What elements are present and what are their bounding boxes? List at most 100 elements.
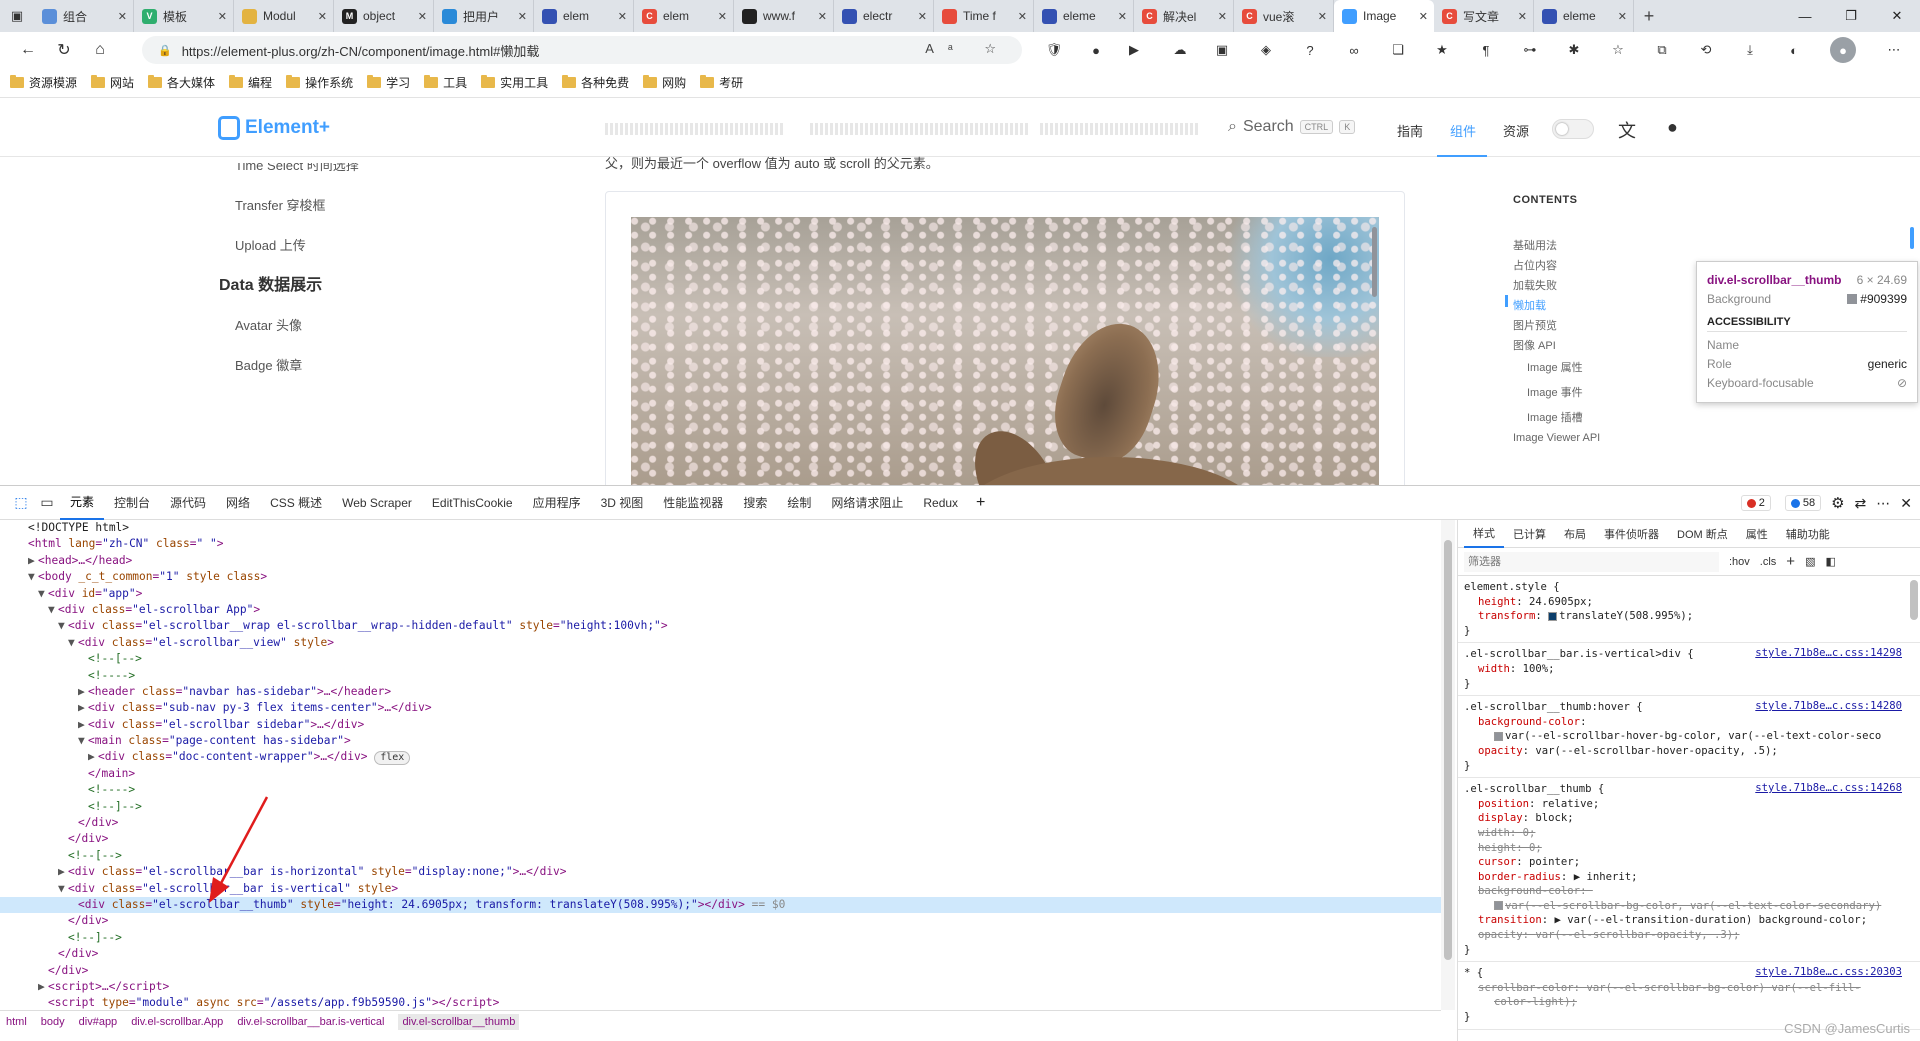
browser-tab[interactable]: www.f✕ <box>734 0 834 32</box>
expand-triangle-icon[interactable]: ▶ <box>58 864 68 880</box>
url-field[interactable]: 🔒 https://element-plus.org/zh-CN/compone… <box>142 36 1022 64</box>
more-tabs-icon[interactable]: + <box>976 494 985 512</box>
extension-game-icon[interactable]: ▣ <box>1208 40 1236 60</box>
home-icon[interactable]: ⌂ <box>82 32 118 68</box>
style-declaration[interactable]: opacity: var(--el-scrollbar-opacity, .3)… <box>1464 928 1914 943</box>
dom-node-line[interactable]: </main> <box>0 766 1441 782</box>
close-tab-icon[interactable]: ✕ <box>1218 10 1227 23</box>
paint-icon[interactable]: ▧ <box>1805 555 1815 568</box>
settings-more-icon[interactable]: ⋯ <box>1880 40 1908 60</box>
dom-node-line[interactable]: ▼<div class="el-scrollbar__wrap el-scrol… <box>0 618 1441 634</box>
color-swatch[interactable] <box>1494 901 1503 910</box>
nav-component[interactable]: 组件 <box>1450 121 1476 140</box>
settings-icon[interactable]: ⚙ <box>1831 494 1844 512</box>
bookmark-folder[interactable]: 考研 <box>700 74 743 91</box>
style-declaration[interactable]: cursor: pointer; <box>1464 855 1914 870</box>
bookmark-folder[interactable]: 操作系统 <box>286 74 353 91</box>
sidebar-item-avatar[interactable]: Avatar 头像 <box>235 315 302 334</box>
dom-node-line[interactable]: <!--]--> <box>0 799 1441 815</box>
toc-item[interactable]: Image 属性 <box>1527 359 1583 375</box>
sidebar-item-badge[interactable]: Badge 徽章 <box>235 355 302 374</box>
bookmark-folder[interactable]: 资源模源 <box>10 74 77 91</box>
dom-node-line[interactable]: </div> <box>0 815 1441 831</box>
browser-tab[interactable]: eleme✕ <box>1534 0 1634 32</box>
bookmark-folder[interactable]: 实用工具 <box>481 74 548 91</box>
bookmark-folder[interactable]: 工具 <box>424 74 467 91</box>
styles-scrollbar[interactable] <box>1910 580 1918 620</box>
devtools-tab[interactable]: EditThisCookie <box>422 486 523 520</box>
profile-avatar[interactable]: ● <box>1830 37 1856 63</box>
style-declaration[interactable]: height: 0; <box>1464 841 1914 856</box>
extension-help-icon[interactable]: ? <box>1296 40 1324 60</box>
extension-cloud-icon[interactable]: ☁ <box>1166 40 1194 60</box>
elements-scrollbar[interactable] <box>1441 520 1455 1010</box>
extension-play-icon[interactable]: ▶ <box>1120 40 1148 60</box>
style-declaration[interactable]: scrollbar-color: var(--el-scrollbar-bg-c… <box>1464 981 1914 996</box>
expand-triangle-icon[interactable]: ▶ <box>88 749 98 765</box>
close-tab-icon[interactable]: ✕ <box>818 10 827 23</box>
dom-node-line[interactable]: ▶<div class="el-scrollbar sidebar">…</di… <box>0 717 1441 733</box>
dom-node-line[interactable]: ▶<script>…</script> <box>0 979 1441 995</box>
dom-node-line[interactable]: ▼<main class="page-content has-sidebar"> <box>0 733 1441 749</box>
close-tab-icon[interactable]: ✕ <box>918 10 927 23</box>
expand-triangle-icon[interactable]: ▶ <box>78 700 88 716</box>
demo-scrollbar-thumb[interactable] <box>1372 227 1377 297</box>
dom-node-line[interactable]: <script type="module" async src="/assets… <box>0 995 1441 1010</box>
styles-filter-input[interactable] <box>1464 552 1719 572</box>
sidebar-item-transfer[interactable]: Transfer 穿梭框 <box>235 195 326 214</box>
page-scrollbar-thumb[interactable] <box>1910 227 1914 249</box>
dock-side-icon[interactable]: ⇄ <box>1855 495 1867 512</box>
dom-node-line[interactable]: ▶<div class="doc-content-wrapper">…</div… <box>0 749 1441 765</box>
extension-copy-icon[interactable]: ❏ <box>1384 40 1412 60</box>
rule-source-link[interactable]: style.71b8e…c.css:14298 <box>1755 647 1902 659</box>
toc-item[interactable]: 基础用法 <box>1513 237 1557 253</box>
minimize-icon[interactable]: — <box>1782 0 1828 32</box>
nav-resource[interactable]: 资源 <box>1503 121 1529 140</box>
toc-item[interactable]: Image Viewer API <box>1513 432 1600 444</box>
expand-triangle-icon[interactable]: ▼ <box>28 569 38 585</box>
styles-subtab[interactable]: 布局 <box>1555 520 1595 548</box>
expand-triangle-icon[interactable]: ▼ <box>78 733 88 749</box>
history-icon[interactable]: ⟲ <box>1692 40 1720 60</box>
bookmark-folder[interactable]: 学习 <box>367 74 410 91</box>
read-aloud-and-favorite-icons[interactable]: Aᵃ ☆ <box>925 41 1010 57</box>
close-devtools-icon[interactable]: ✕ <box>1900 495 1912 512</box>
devtools-tab[interactable]: 绘制 <box>777 486 821 520</box>
sidebar-item-time-select[interactable]: Time Select 时间选择 <box>235 163 359 173</box>
close-tab-icon[interactable]: ✕ <box>118 10 127 23</box>
dom-node-line[interactable]: <!--[--> <box>0 848 1441 864</box>
devtools-tab[interactable]: 3D 视图 <box>591 486 654 520</box>
expand-triangle-icon[interactable]: ▼ <box>68 635 78 651</box>
dom-node-line[interactable]: <!----> <box>0 782 1441 798</box>
bookmark-folder[interactable]: 各大媒体 <box>148 74 215 91</box>
browser-tab[interactable]: Time f✕ <box>934 0 1034 32</box>
style-declaration[interactable]: border-radius: ▶ inherit; <box>1464 870 1914 885</box>
dom-node-line[interactable]: </div> <box>0 946 1441 962</box>
browser-tab[interactable]: electr✕ <box>834 0 934 32</box>
dom-node-line[interactable]: <!--]--> <box>0 930 1441 946</box>
breadcrumb-item[interactable]: div.el-scrollbar__thumb <box>398 1014 519 1030</box>
dom-node-line[interactable]: ▼<div class="el-scrollbar__view" style> <box>0 635 1441 651</box>
close-tab-icon[interactable]: ✕ <box>218 10 227 23</box>
expand-triangle-icon[interactable]: ▼ <box>48 602 58 618</box>
style-declaration[interactable]: display: block; <box>1464 811 1914 826</box>
breadcrumb-item[interactable]: body <box>41 1016 65 1028</box>
styles-subtab[interactable]: 事件侦听器 <box>1595 520 1668 548</box>
toc-item[interactable]: Image 插槽 <box>1527 409 1583 425</box>
toc-item[interactable]: 图像 API <box>1513 337 1556 353</box>
close-tab-icon[interactable]: ✕ <box>1419 10 1428 23</box>
dom-node-line[interactable]: <!--[--> <box>0 651 1441 667</box>
bookmark-folder[interactable]: 各种免费 <box>562 74 629 91</box>
browser-tab[interactable]: Modul✕ <box>234 0 334 32</box>
style-declaration[interactable]: transition: ▶ var(--el-transition-durati… <box>1464 913 1914 928</box>
dom-node-line[interactable]: <!DOCTYPE html> <box>0 520 1441 536</box>
toc-item[interactable]: 图片预览 <box>1513 317 1557 333</box>
dom-node-line[interactable]: ▼<body _c_t_common="1" style class> <box>0 569 1441 585</box>
dom-node-line[interactable]: ▶<header class="navbar has-sidebar">…</h… <box>0 684 1441 700</box>
close-tab-icon[interactable]: ✕ <box>1318 10 1327 23</box>
favorites-icon[interactable]: ☆ <box>1604 40 1632 60</box>
styles-subtab[interactable]: 属性 <box>1737 520 1777 548</box>
expand-triangle-icon[interactable]: ▼ <box>58 618 68 634</box>
extension-paragraph-icon[interactable]: ¶ <box>1472 40 1500 60</box>
toc-item[interactable]: 加载失败 <box>1513 277 1557 293</box>
